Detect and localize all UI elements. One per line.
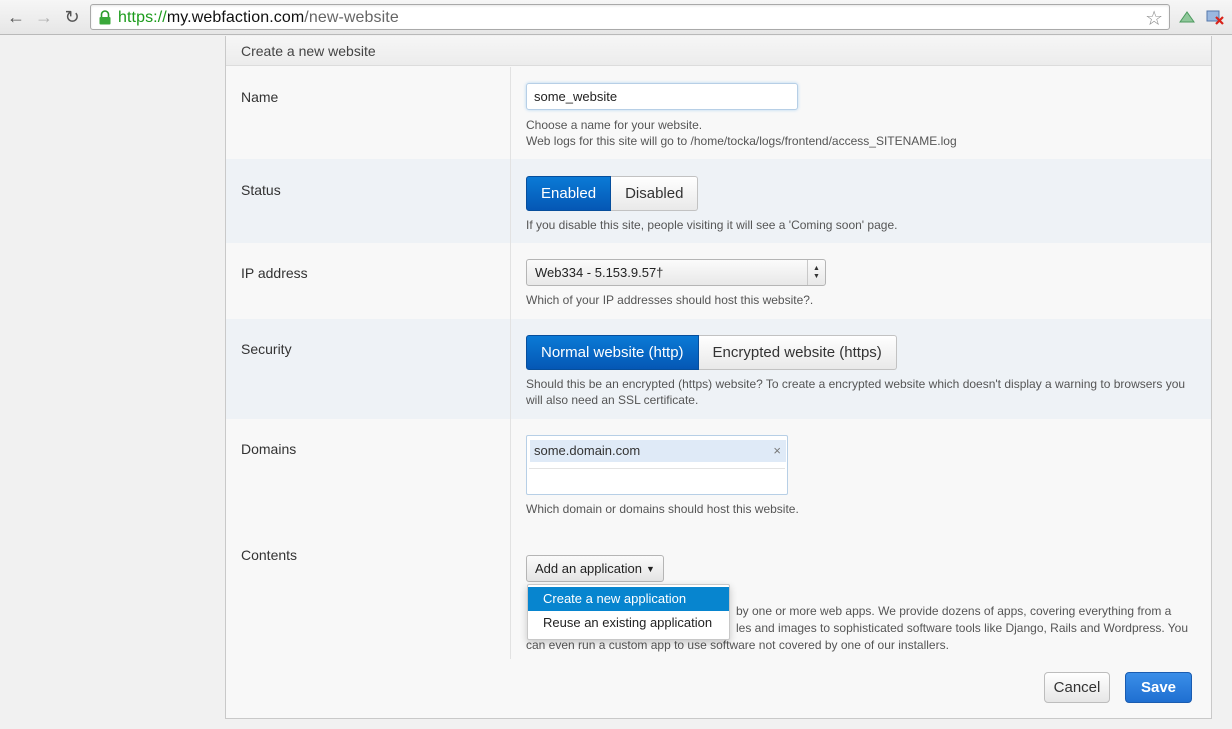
ip-address-help-text: Which of your IP addresses should host t… bbox=[526, 293, 814, 307]
url-scheme: https:// bbox=[118, 9, 167, 26]
back-icon[interactable]: ← bbox=[5, 6, 27, 28]
url-host: my.webfaction.com bbox=[166, 9, 305, 26]
menu-item-reuse-application[interactable]: Reuse an existing application bbox=[528, 611, 729, 635]
enabled-button[interactable]: Enabled bbox=[526, 176, 612, 211]
disabled-button[interactable]: Disabled bbox=[611, 176, 699, 211]
cancel-button[interactable]: Cancel bbox=[1044, 672, 1110, 703]
panel-title: Create a new website bbox=[226, 36, 1211, 66]
row-divider bbox=[510, 159, 511, 243]
status-label: Status bbox=[241, 182, 281, 198]
caret-down-icon: ▼ bbox=[645, 564, 655, 574]
lock-icon bbox=[99, 10, 111, 25]
name-help-log-path: Web logs for this site will go to /home/… bbox=[526, 134, 957, 148]
reload-icon[interactable]: ↻ bbox=[61, 6, 83, 28]
domain-tag: some.domain.com × bbox=[530, 440, 786, 462]
status-row: Status Enabled Disabled If you disable t… bbox=[226, 159, 1211, 243]
add-application-dropdown[interactable]: Add an application ▼ bbox=[526, 555, 664, 582]
row-divider bbox=[510, 319, 511, 419]
name-row: Name Choose a name for your website. Web… bbox=[226, 67, 1211, 159]
status-toggle: Enabled Disabled bbox=[526, 176, 897, 211]
contents-help-text-1: by one or more web apps. We provide doze… bbox=[736, 604, 1172, 618]
row-divider bbox=[510, 243, 511, 319]
extension-icon[interactable] bbox=[1205, 8, 1225, 26]
browser-toolbar: ← → ↻ https://my.webfaction.com/new-webs… bbox=[0, 0, 1232, 35]
name-help-text: Choose a name for your website. bbox=[526, 118, 703, 132]
domain-tag-label: some.domain.com bbox=[534, 443, 641, 458]
contents-label: Contents bbox=[241, 547, 298, 563]
address-bar[interactable]: https://my.webfaction.com/new-website ☆ bbox=[90, 4, 1170, 30]
row-divider bbox=[510, 419, 511, 519]
save-button[interactable]: Save bbox=[1125, 672, 1192, 703]
create-website-panel: Create a new website Name Choose a name … bbox=[225, 36, 1212, 719]
domains-row: Domains some.domain.com × Which domain o… bbox=[226, 419, 1211, 519]
domains-help-text: Which domain or domains should host this… bbox=[526, 502, 799, 516]
select-arrows-icon: ▲ ▼ bbox=[807, 260, 825, 285]
website-name-input[interactable] bbox=[526, 83, 798, 110]
domains-tag-input[interactable]: some.domain.com × bbox=[526, 435, 788, 495]
domains-label: Domains bbox=[241, 441, 297, 457]
security-toggle: Normal website (http) Encrypted website … bbox=[526, 335, 1206, 370]
status-help-text: If you disable this site, people visitin… bbox=[526, 218, 898, 232]
ip-address-row: IP address Web334 - 5.153.9.57† ▲ ▼ Which… bbox=[226, 243, 1211, 319]
application-dropdown-menu: Create a new application Reuse an existi… bbox=[527, 584, 730, 640]
https-button[interactable]: Encrypted website (https) bbox=[698, 335, 897, 370]
security-label: Security bbox=[241, 341, 292, 357]
ip-address-selected: Web334 - 5.153.9.57† bbox=[535, 265, 664, 280]
add-application-label: Add an application bbox=[535, 561, 642, 576]
name-label: Name bbox=[241, 89, 279, 105]
url-path: /new-website bbox=[304, 9, 399, 26]
ip-address-select[interactable]: Web334 - 5.153.9.57† ▲ ▼ bbox=[526, 259, 826, 286]
extension-icon[interactable] bbox=[1177, 8, 1197, 26]
menu-item-create-application[interactable]: Create a new application bbox=[528, 587, 729, 611]
star-icon[interactable]: ☆ bbox=[1145, 6, 1163, 31]
http-button[interactable]: Normal website (http) bbox=[526, 335, 699, 370]
remove-domain-icon[interactable]: × bbox=[773, 443, 781, 458]
contents-help-text-2: les and images to sophisticated software… bbox=[736, 621, 1189, 635]
row-divider bbox=[510, 519, 511, 659]
row-divider bbox=[510, 67, 511, 159]
domain-entry-field[interactable] bbox=[529, 468, 785, 492]
security-help-text: Should this be an encrypted (https) webs… bbox=[526, 377, 1186, 391]
security-row: Security Normal website (http) Encrypted… bbox=[226, 319, 1211, 419]
security-help-text-2: will also need an SSL certificate. bbox=[526, 393, 699, 407]
url-text: https://my.webfaction.com/new-website bbox=[118, 9, 399, 27]
ip-address-label: IP address bbox=[241, 265, 308, 281]
forward-icon[interactable]: → bbox=[33, 6, 55, 28]
